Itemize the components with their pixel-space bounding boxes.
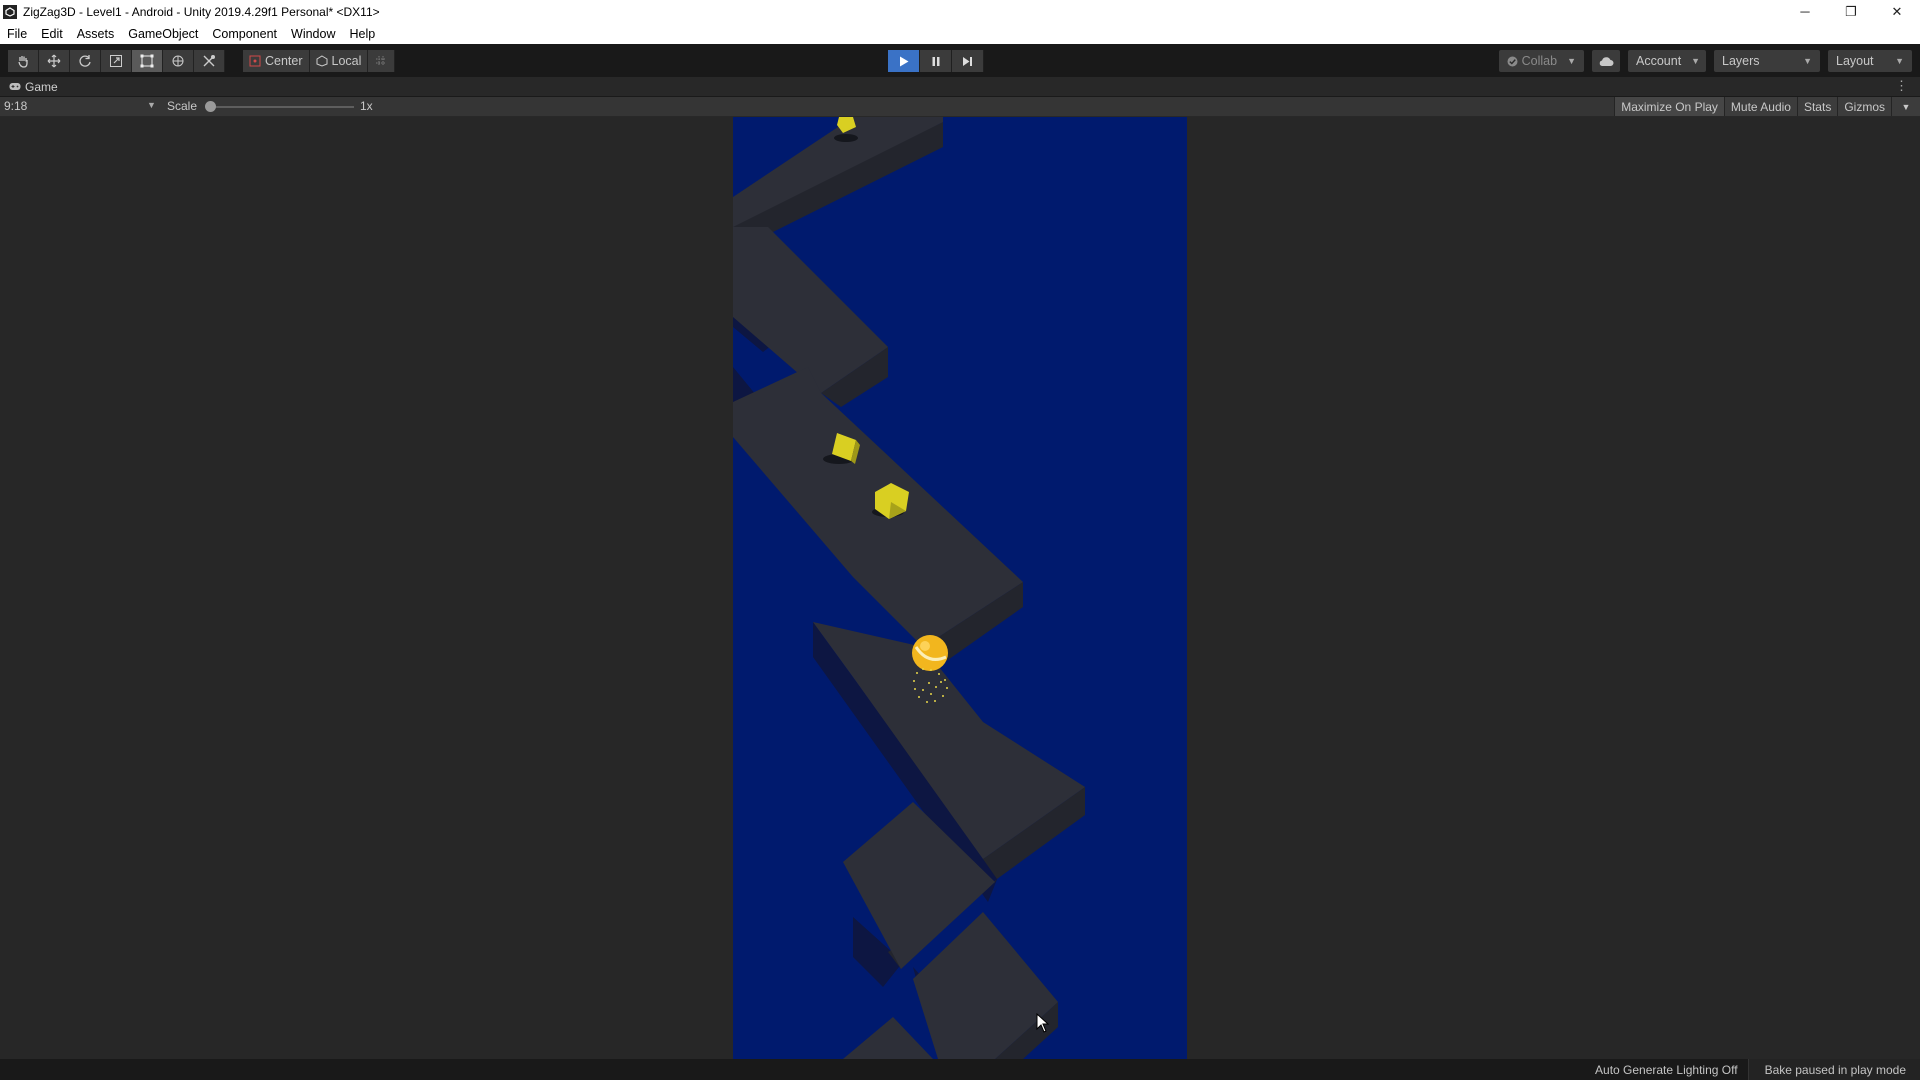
close-button[interactable]: ✕: [1874, 0, 1920, 23]
menu-gameobject[interactable]: GameObject: [121, 27, 205, 41]
chevron-down-icon: ▼: [147, 100, 156, 110]
window-controls: ─ ❐ ✕: [1782, 0, 1920, 23]
cloud-icon: [1599, 56, 1614, 66]
hand-tool-icon[interactable]: [8, 50, 39, 72]
layout-dropdown[interactable]: Layout ▼: [1828, 50, 1912, 72]
chevron-down-icon: ▼: [1901, 101, 1911, 112]
main-toolbar: Center Local Collab ▼ Account ▼ Layers ▼…: [0, 44, 1920, 77]
aspect-ratio-dropdown[interactable]: 9:18: [4, 99, 27, 113]
layout-label: Layout: [1836, 54, 1874, 68]
rotate-tool-icon[interactable]: [70, 50, 101, 72]
tab-game[interactable]: Game: [0, 80, 58, 94]
account-label: Account: [1636, 54, 1682, 68]
ball-player: [912, 635, 948, 671]
transform-tool-icon[interactable]: [163, 50, 194, 72]
step-button[interactable]: [952, 50, 984, 72]
maximize-on-play-toggle[interactable]: Maximize On Play: [1614, 97, 1724, 116]
rect-tool-icon[interactable]: [132, 50, 163, 72]
game-scene: [733, 117, 1187, 1059]
pivot-center-button[interactable]: Center: [243, 50, 310, 72]
collab-dropdown[interactable]: Collab ▼: [1498, 50, 1584, 72]
mouse-cursor-icon: [1036, 1013, 1050, 1033]
menu-component[interactable]: Component: [205, 27, 284, 41]
restore-button[interactable]: ❐: [1828, 0, 1874, 23]
transform-tools: [8, 50, 225, 72]
gizmos-toggle[interactable]: Gizmos: [1837, 97, 1891, 116]
game-tab-label: Game: [25, 79, 58, 94]
cloud-button[interactable]: [1592, 50, 1620, 72]
scale-label: Scale: [167, 99, 198, 113]
pivot-label: Center: [265, 54, 303, 68]
play-button[interactable]: [888, 50, 920, 72]
layers-label: Layers: [1722, 54, 1760, 68]
scale-slider-thumb[interactable]: [205, 101, 216, 112]
menu-bar: File Edit Assets GameObject Component Wi…: [0, 23, 1920, 44]
game-view-options: Maximize On Play Mute Audio Stats Gizmos…: [1614, 97, 1920, 116]
menu-window[interactable]: Window: [284, 27, 342, 41]
chevron-down-icon: ▼: [1567, 56, 1576, 66]
account-dropdown[interactable]: Account ▼: [1628, 50, 1706, 72]
chevron-down-icon: ▼: [1691, 56, 1701, 66]
pause-icon: [932, 56, 939, 66]
gizmos-dropdown[interactable]: ▼: [1891, 97, 1920, 116]
game-tab-bar: Game ⋮: [0, 77, 1920, 97]
pause-button[interactable]: [920, 50, 952, 72]
layers-dropdown[interactable]: Layers ▼: [1714, 50, 1820, 72]
pivot-tools: Center Local: [243, 50, 396, 72]
gamepad-icon: [9, 83, 21, 90]
playmode-controls: [888, 50, 984, 72]
move-tool-icon[interactable]: [39, 50, 70, 72]
game-view-toolbar: 9:18 ▼ Scale 1x Maximize On Play Mute Au…: [0, 97, 1920, 116]
rotation-label: Local: [331, 54, 362, 68]
more-options-icon[interactable]: ⋮: [1895, 78, 1908, 94]
chevron-down-icon: ▼: [1895, 56, 1904, 66]
pivot-icon: [249, 55, 261, 67]
play-icon: [899, 56, 908, 66]
game-viewport[interactable]: [0, 117, 1920, 1059]
menu-edit[interactable]: Edit: [34, 27, 70, 41]
game-render[interactable]: [733, 117, 1187, 1059]
menu-assets[interactable]: Assets: [70, 27, 122, 41]
window-title: ZigZag3D - Level1 - Android - Unity 2019…: [23, 4, 380, 19]
status-right: Auto Generate Lighting Off Bake paused i…: [1585, 1059, 1920, 1080]
mute-audio-toggle[interactable]: Mute Audio: [1723, 97, 1797, 116]
minimize-button[interactable]: ─: [1782, 0, 1828, 23]
custom-tool-icon[interactable]: [194, 50, 225, 72]
grid-snap-icon[interactable]: [368, 50, 396, 72]
status-bar: Auto Generate Lighting Off Bake paused i…: [0, 1059, 1920, 1080]
collab-check-icon: [1507, 56, 1518, 66]
scale-value: 1x: [360, 99, 373, 113]
step-icon: [963, 56, 972, 66]
lighting-status[interactable]: Auto Generate Lighting Off: [1585, 1059, 1748, 1080]
collab-label: Collab: [1521, 54, 1558, 68]
stats-toggle[interactable]: Stats: [1796, 97, 1838, 116]
pivot-local-button[interactable]: Local: [309, 50, 369, 72]
bake-status[interactable]: Bake paused in play mode: [1747, 1059, 1920, 1080]
local-rotation-icon: [316, 55, 328, 67]
menu-file[interactable]: File: [0, 27, 34, 41]
unity-logo-icon: [3, 4, 17, 19]
menu-help[interactable]: Help: [342, 27, 382, 41]
scale-slider-track[interactable]: [210, 106, 354, 108]
toolbar-right: Collab ▼ Account ▼ Layers ▼ Layout ▼: [1498, 50, 1912, 72]
title-bar: ZigZag3D - Level1 - Android - Unity 2019…: [0, 0, 1920, 23]
chevron-down-icon: ▼: [1803, 56, 1812, 66]
scale-tool-icon[interactable]: [101, 50, 132, 72]
